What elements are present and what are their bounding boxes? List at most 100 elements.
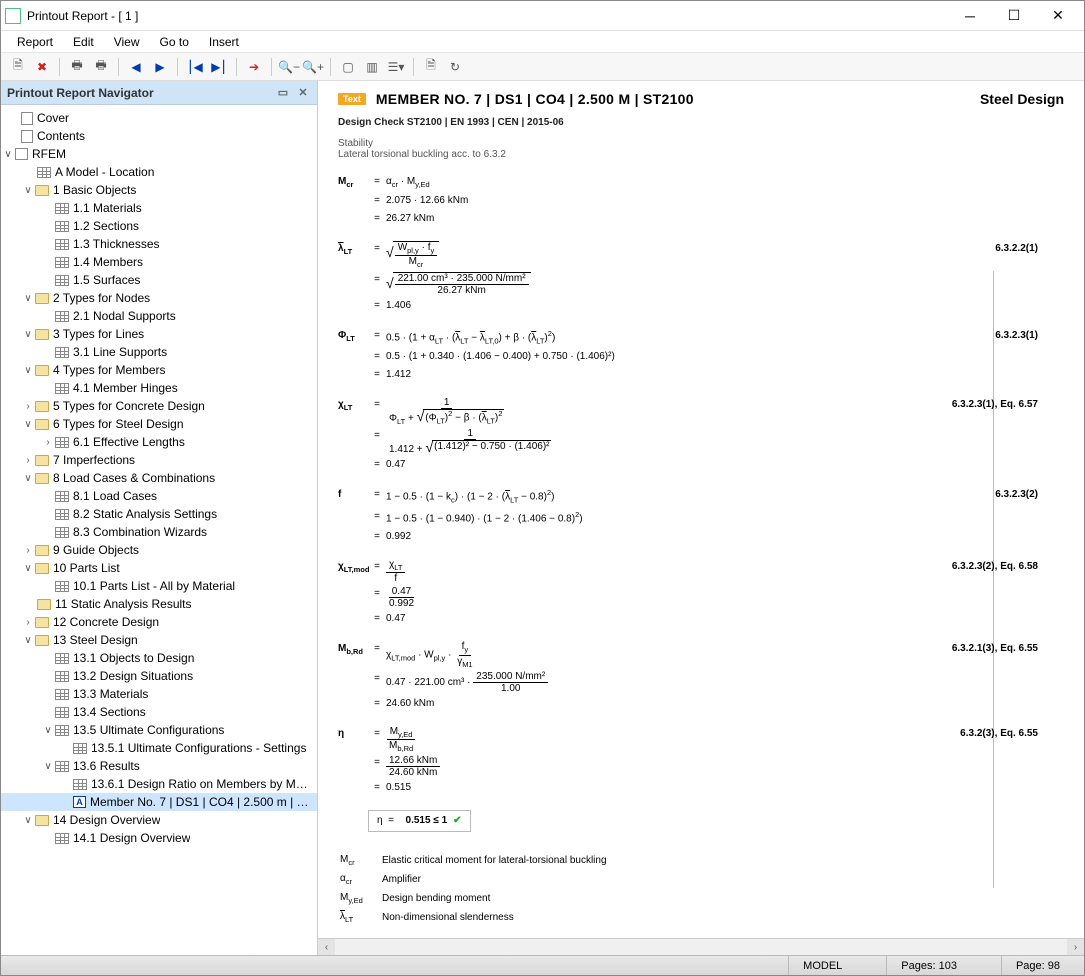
expand-icon[interactable]: ∨ [21, 563, 35, 574]
tree-item[interactable]: 1.5 Surfaces [1, 271, 317, 289]
menu-insert[interactable]: Insert [199, 33, 249, 51]
zoom-in-icon[interactable]: 🔍+ [302, 56, 324, 78]
scroll-left-icon[interactable]: ‹ [318, 939, 335, 956]
tree-item-rfem[interactable]: ∨RFEM [1, 145, 317, 163]
expand-icon[interactable]: › [21, 401, 35, 412]
grid-icon [73, 743, 87, 754]
tree-item[interactable]: ∨13.5 Ultimate Configurations [1, 721, 317, 739]
tree-item[interactable]: ∨2 Types for Nodes [1, 289, 317, 307]
close-panel-icon[interactable]: ✕ [295, 85, 311, 101]
expand-icon[interactable]: › [21, 617, 35, 628]
expand-icon[interactable]: ∨ [21, 473, 35, 484]
expand-icon[interactable]: › [21, 545, 35, 556]
tree-item[interactable]: ›5 Types for Concrete Design [1, 397, 317, 415]
navigator-tree[interactable]: Cover Contents ∨RFEM A Model - Location … [1, 105, 317, 955]
tree-item[interactable]: 8.2 Static Analysis Settings [1, 505, 317, 523]
refresh-icon[interactable]: ↻ [444, 56, 466, 78]
zoom-out-icon[interactable]: 🔍− [278, 56, 300, 78]
tree-item[interactable]: ›9 Guide Objects [1, 541, 317, 559]
export-icon[interactable]: 🗎 [420, 56, 442, 78]
tree-item[interactable]: A Model - Location [1, 163, 317, 181]
pages-icon[interactable]: ▥ [361, 56, 383, 78]
expand-icon[interactable]: ∨ [21, 329, 35, 340]
tree-item[interactable]: ∨8 Load Cases & Combinations [1, 469, 317, 487]
folder-icon [35, 401, 49, 412]
tree-item[interactable]: 1.3 Thicknesses [1, 235, 317, 253]
tree-item-contents[interactable]: Contents [1, 127, 317, 145]
tree-item[interactable]: 3.1 Line Supports [1, 343, 317, 361]
tree-item[interactable]: 13.5.1 Ultimate Configurations - Setting… [1, 739, 317, 757]
expand-icon[interactable]: ∨ [1, 149, 15, 160]
tree-item[interactable]: ∨10 Parts List [1, 559, 317, 577]
tree-item[interactable]: 13.2 Design Situations [1, 667, 317, 685]
tree-item[interactable]: 2.1 Nodal Supports [1, 307, 317, 325]
goto-arrow-icon[interactable]: ➔ [243, 56, 265, 78]
navigator-panel: Printout Report Navigator ▭ ✕ Cover Cont… [1, 81, 318, 955]
tree-item[interactable]: 13.3 Materials [1, 685, 317, 703]
status-bar: MODEL Pages: 103 Page: 98 [1, 955, 1084, 975]
pin-icon[interactable]: ▭ [275, 85, 291, 101]
delete-icon[interactable]: ✖ [31, 56, 53, 78]
expand-icon[interactable]: › [41, 437, 55, 448]
print-multi-icon[interactable]: 🖶 [90, 56, 112, 78]
next-icon[interactable]: ▶ [149, 56, 171, 78]
last-icon[interactable]: ▶⎮ [208, 56, 230, 78]
tree-item[interactable]: 13.4 Sections [1, 703, 317, 721]
maximize-button[interactable]: ☐ [992, 2, 1036, 30]
tree-item[interactable]: ∨13 Steel Design [1, 631, 317, 649]
tree-item[interactable]: ›12 Concrete Design [1, 613, 317, 631]
expand-icon[interactable]: ∨ [41, 725, 55, 736]
menu-goto[interactable]: Go to [150, 33, 199, 51]
menu-edit[interactable]: Edit [63, 33, 104, 51]
folder-icon [35, 329, 49, 340]
tree-item[interactable]: 14.1 Design Overview [1, 829, 317, 847]
expand-icon[interactable]: ∨ [21, 419, 35, 430]
tree-item[interactable]: 1.1 Materials [1, 199, 317, 217]
tree-item[interactable]: 13.1 Objects to Design [1, 649, 317, 667]
options-icon[interactable]: ☰▾ [385, 56, 407, 78]
page-icon[interactable]: ▢ [337, 56, 359, 78]
grid-icon [55, 761, 69, 772]
tree-item[interactable]: 8.3 Combination Wizards [1, 523, 317, 541]
tree-item[interactable]: ›7 Imperfections [1, 451, 317, 469]
separator [413, 58, 414, 76]
menubar: Report Edit View Go to Insert [1, 31, 1084, 53]
expand-icon[interactable]: ∨ [21, 635, 35, 646]
menu-view[interactable]: View [104, 33, 150, 51]
doc-icon[interactable]: 🗎 [7, 56, 29, 78]
tree-item[interactable]: 1.4 Members [1, 253, 317, 271]
menu-report[interactable]: Report [7, 33, 63, 51]
expand-icon[interactable]: ∨ [21, 365, 35, 376]
scroll-right-icon[interactable]: › [1067, 939, 1084, 956]
grid-icon [55, 383, 69, 394]
tree-item[interactable]: ›6.1 Effective Lengths [1, 433, 317, 451]
tree-item[interactable]: ∨13.6 Results [1, 757, 317, 775]
expand-icon[interactable]: ∨ [21, 185, 35, 196]
first-icon[interactable]: ⎮◀ [184, 56, 206, 78]
close-button[interactable]: ✕ [1036, 2, 1080, 30]
tree-item[interactable]: 11 Static Analysis Results [1, 595, 317, 613]
print-icon[interactable]: 🖶 [66, 56, 88, 78]
prev-icon[interactable]: ◀ [125, 56, 147, 78]
tree-item[interactable]: 1.2 Sections [1, 217, 317, 235]
tree-item[interactable]: ∨3 Types for Lines [1, 325, 317, 343]
expand-icon[interactable]: › [21, 455, 35, 466]
tree-item[interactable]: ∨1 Basic Objects [1, 181, 317, 199]
grid-icon [55, 239, 69, 250]
tree-item[interactable]: ∨14 Design Overview [1, 811, 317, 829]
tree-item[interactable]: 10.1 Parts List - All by Material [1, 577, 317, 595]
expand-icon[interactable]: ∨ [41, 761, 55, 772]
tree-item[interactable]: ∨4 Types for Members [1, 361, 317, 379]
tree-item[interactable]: 4.1 Member Hinges [1, 379, 317, 397]
tree-item[interactable]: ∨6 Types for Steel Design [1, 415, 317, 433]
expand-icon[interactable]: ∨ [21, 293, 35, 304]
page-title: MEMBER NO. 7 | DS1 | CO4 | 2.500 M | ST2… [376, 91, 694, 107]
tree-item[interactable]: 8.1 Load Cases [1, 487, 317, 505]
expand-icon[interactable]: ∨ [21, 815, 35, 826]
tree-item-cover[interactable]: Cover [1, 109, 317, 127]
folder-icon [35, 293, 49, 304]
tree-item-selected[interactable]: AMember No. 7 | DS1 | CO4 | 2.500 m | ST… [1, 793, 317, 811]
minimize-button[interactable]: ─ [948, 2, 992, 30]
horizontal-scrollbar[interactable]: ‹ › [318, 938, 1084, 955]
tree-item[interactable]: 13.6.1 Design Ratio on Members by Member [1, 775, 317, 793]
